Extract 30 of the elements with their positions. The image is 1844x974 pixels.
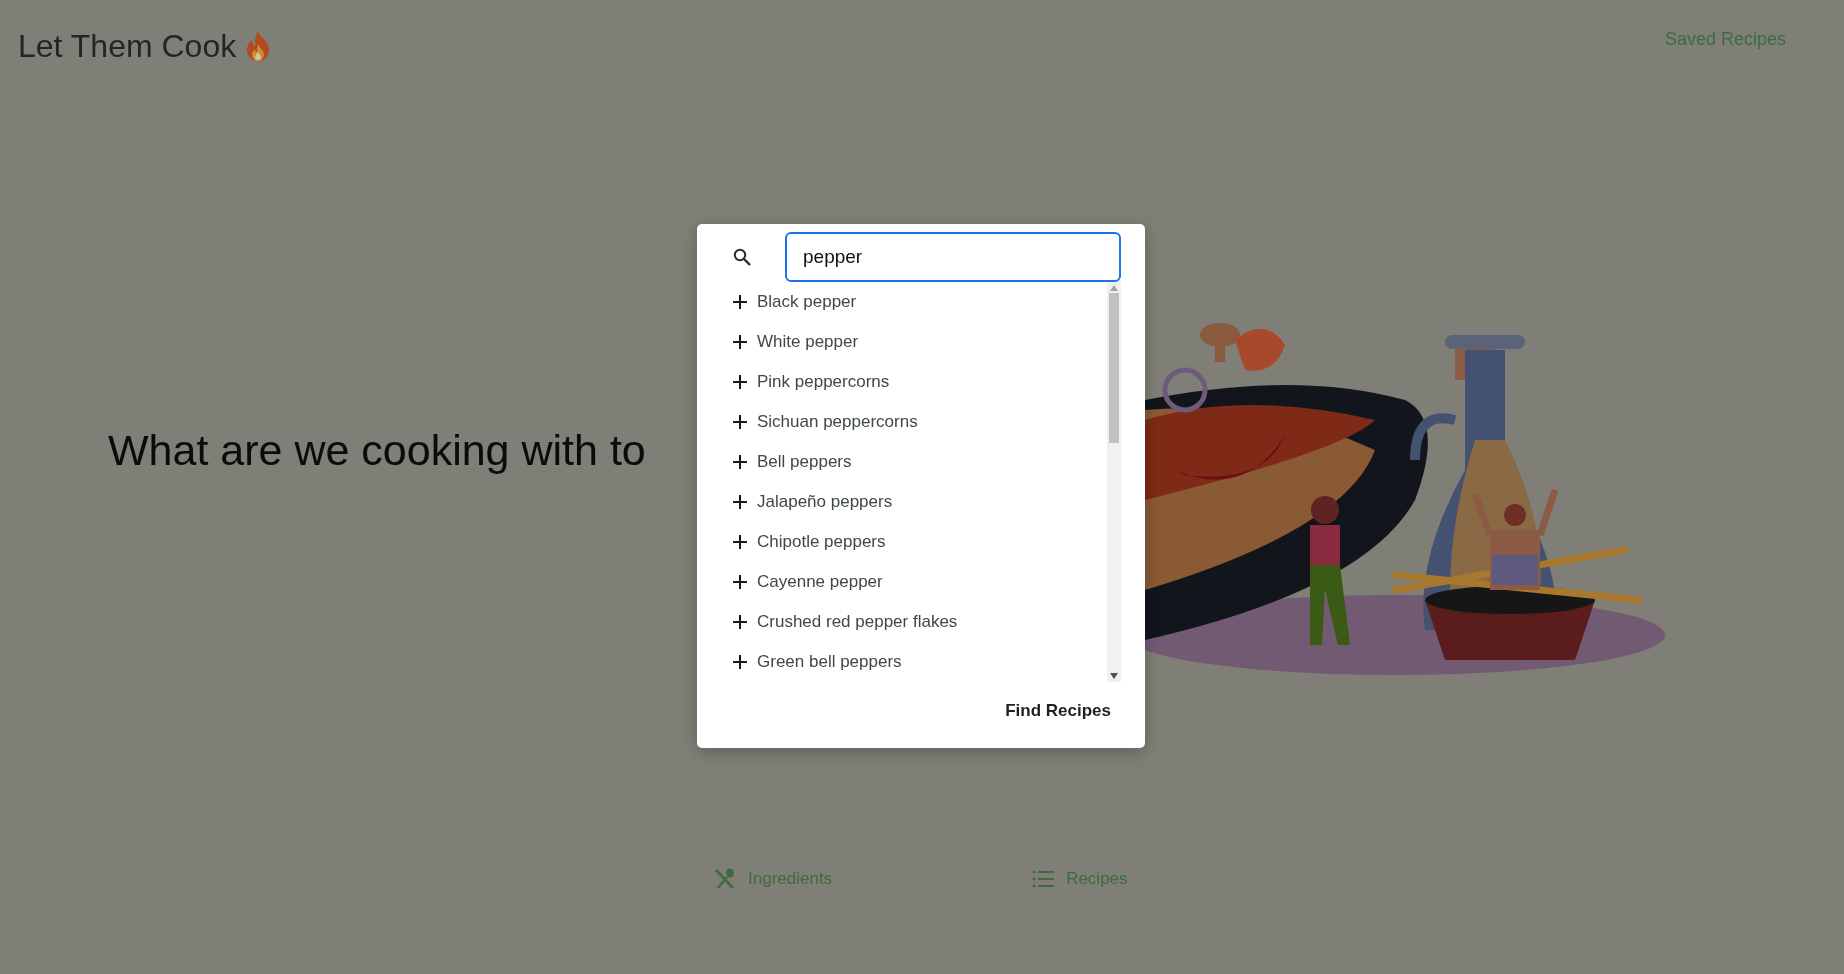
ingredient-option[interactable]: Jalapeño peppers bbox=[721, 482, 1107, 522]
ingredient-option[interactable]: White pepper bbox=[721, 322, 1107, 362]
list-icon bbox=[1032, 869, 1055, 888]
plus-icon bbox=[733, 375, 747, 389]
plus-icon bbox=[733, 615, 747, 629]
ingredient-option[interactable]: Sichuan peppercorns bbox=[721, 402, 1107, 442]
hero-heading: What are we cooking with to bbox=[108, 425, 646, 476]
plus-icon bbox=[733, 575, 747, 589]
app-title: Let Them Cook bbox=[18, 27, 237, 66]
plus-icon bbox=[733, 415, 747, 429]
find-recipes-button[interactable]: Find Recipes bbox=[995, 690, 1121, 732]
ingredient-option[interactable]: Cayenne pepper bbox=[721, 562, 1107, 602]
plus-icon bbox=[733, 655, 747, 669]
search-field[interactable]: pepper bbox=[785, 232, 1121, 282]
ingredient-option[interactable]: Green bell peppers bbox=[721, 642, 1107, 682]
plus-icon bbox=[733, 495, 747, 509]
ingredient-option[interactable]: Bell peppers bbox=[721, 442, 1107, 482]
ingredient-option[interactable]: Crushed red pepper flakes bbox=[721, 602, 1107, 642]
ingredient-option[interactable]: Chipotle peppers bbox=[721, 522, 1107, 562]
plus-icon bbox=[733, 295, 747, 309]
scroll-up-icon[interactable] bbox=[1110, 285, 1118, 291]
plus-icon bbox=[733, 535, 747, 549]
scroll-down-icon[interactable] bbox=[1110, 673, 1118, 679]
ingredient-option[interactable]: Black pepper bbox=[721, 282, 1107, 322]
scrollbar[interactable] bbox=[1107, 282, 1121, 682]
utensils-icon bbox=[714, 867, 736, 890]
plus-icon bbox=[733, 455, 747, 469]
search-icon bbox=[733, 248, 751, 266]
ingredient-option[interactable]: Pink peppercorns bbox=[721, 362, 1107, 402]
plus-icon bbox=[733, 335, 747, 349]
